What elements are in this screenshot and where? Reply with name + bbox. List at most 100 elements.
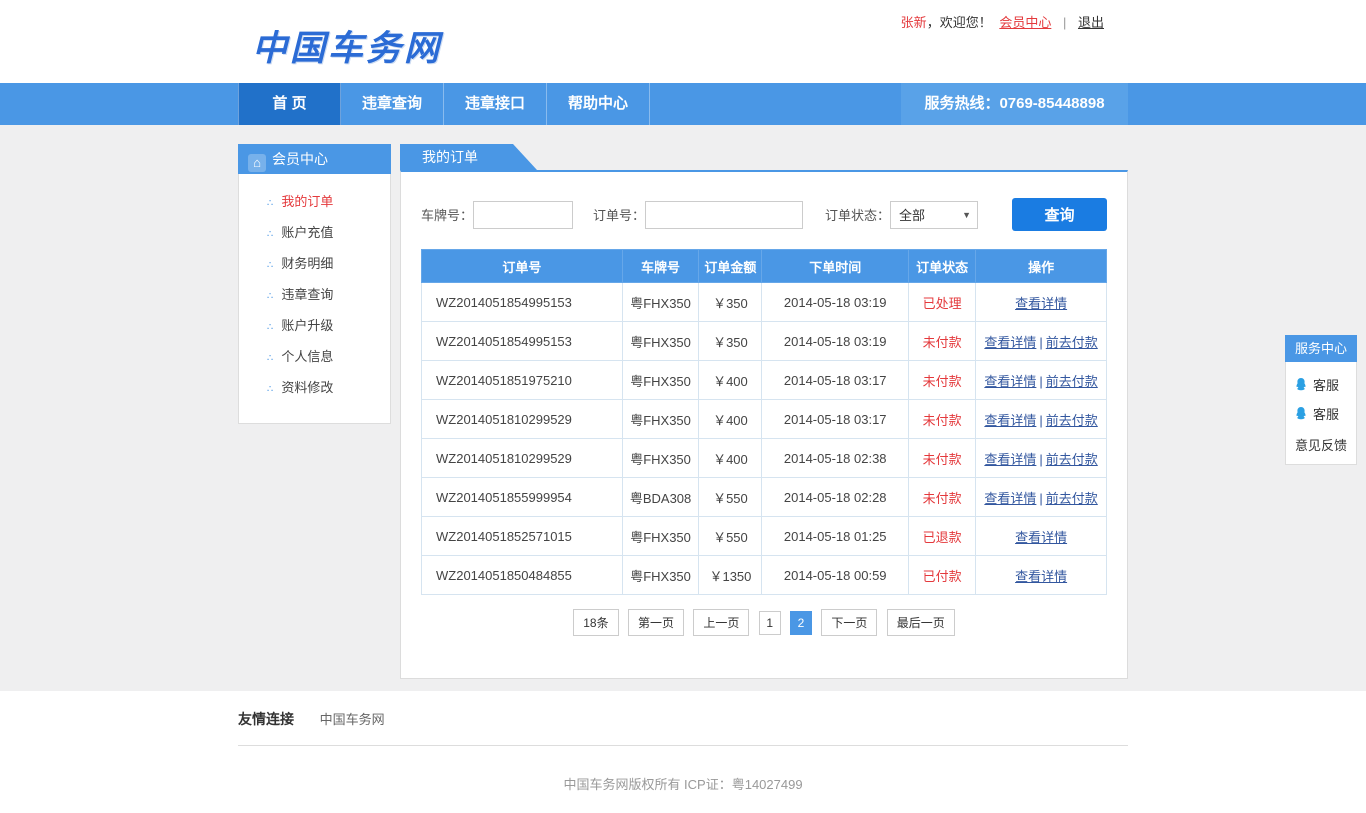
customer-service-link[interactable]: 客服	[1290, 370, 1352, 399]
pay-link[interactable]: 前去付款	[1046, 374, 1098, 389]
time-cell: 2014-05-18 03:17	[762, 361, 909, 400]
customer-service-link[interactable]: 客服	[1290, 399, 1352, 428]
main-navbar: 首 页 违章查询 违章接口 帮助中心 服务热线：0769-85448898	[0, 83, 1366, 125]
nav-tab-violation-api[interactable]: 违章接口	[444, 83, 547, 125]
actions-cell: 查看详情	[976, 283, 1107, 322]
time-cell: 2014-05-18 03:19	[762, 283, 909, 322]
sidebar-item-account-upgrade[interactable]: ∴账户升级	[239, 310, 390, 341]
main-nav: 首 页 违章查询 违章接口 帮助中心	[238, 83, 650, 125]
view-detail-link[interactable]: 查看详情	[984, 491, 1036, 506]
prev-page-button[interactable]: 上一页	[693, 609, 749, 636]
bullet-icon: ∴	[267, 291, 273, 302]
sidebar-item-profile-edit[interactable]: ∴ 资料修改	[239, 372, 390, 403]
col-header-amount: 订单金额	[699, 250, 762, 283]
view-detail-link[interactable]: 查看详情	[984, 335, 1036, 350]
table-row: WZ2014051810299529 粤FHX350 ￥400 2014-05-…	[422, 400, 1107, 439]
logout-link[interactable]: 退出	[1078, 15, 1104, 30]
page-footer: 友情连接 中国车务网 中国车务网版权所有 ICP证：粤14027499	[0, 691, 1366, 813]
time-cell: 2014-05-18 02:28	[762, 478, 909, 517]
status-cell: 已退款	[909, 517, 976, 556]
sidebar-item-label: 资料修改	[281, 380, 333, 395]
time-cell: 2014-05-18 00:59	[762, 556, 909, 595]
page-2-button[interactable]: 2	[790, 611, 812, 635]
order-no-input[interactable]	[645, 201, 803, 229]
actions-cell: 查看详情| 前去付款	[976, 439, 1107, 478]
order-status-select[interactable]: 全部 ▼	[890, 201, 978, 229]
selected-status: 全部	[899, 205, 925, 224]
view-detail-link[interactable]: 查看详情	[984, 374, 1036, 389]
table-row: WZ2014051854995153 粤FHX350 ￥350 2014-05-…	[422, 283, 1107, 322]
last-page-button[interactable]: 最后一页	[887, 609, 955, 636]
status-cell: 未付款	[909, 478, 976, 517]
order-no-cell: WZ2014051850484855	[422, 556, 623, 595]
status-cell: 已处理	[909, 283, 976, 322]
table-row: WZ2014051855999954 粤BDA308 ￥550 2014-05-…	[422, 478, 1107, 517]
bullet-icon: ∴	[267, 322, 273, 333]
table-header-row: 订单号 车牌号 订单金额 下单时间 订单状态 操作	[422, 250, 1107, 283]
tab-my-orders[interactable]: 我的订单	[400, 144, 537, 170]
amount-cell: ￥400	[699, 439, 762, 478]
feedback-link[interactable]: 意见反馈	[1290, 428, 1352, 458]
actions-cell: 查看详情	[976, 517, 1107, 556]
bullet-icon: ∴	[267, 198, 273, 209]
bullet-icon: ∴	[267, 229, 273, 240]
friend-links-row: 友情连接 中国车务网	[238, 691, 1128, 746]
order-no-cell: WZ2014051854995153	[422, 283, 623, 322]
search-button[interactable]: 查询	[1012, 198, 1107, 231]
pay-link[interactable]: 前去付款	[1046, 452, 1098, 467]
customer-service-label: 客服	[1313, 404, 1339, 423]
pay-link[interactable]: 前去付款	[1046, 335, 1098, 350]
order-status-label: 订单状态：	[825, 205, 890, 224]
page-1-button[interactable]: 1	[759, 611, 781, 635]
amount-cell: ￥550	[699, 517, 762, 556]
bullet-icon: ∴	[267, 353, 273, 364]
view-detail-link[interactable]: 查看详情	[984, 413, 1036, 428]
plate-cell: 粤BDA308	[622, 478, 699, 517]
site-logo[interactable]: 中国车务网	[252, 20, 442, 71]
plate-cell: 粤FHX350	[622, 556, 699, 595]
pagination: 18条 第一页 上一页 1 2 下一页 最后一页	[421, 609, 1107, 636]
pay-link[interactable]: 前去付款	[1046, 413, 1098, 428]
content-area: ⌂会员中心 ∴我的订单 ∴账户充值 ∴财务明细 ∴违章查询 ∴账户升级	[0, 125, 1366, 691]
actions-cell: 查看详情| 前去付款	[976, 322, 1107, 361]
member-center-link[interactable]: 会员中心	[999, 15, 1051, 30]
table-row: WZ2014051850484855 粤FHX350 ￥1350 2014-05…	[422, 556, 1107, 595]
pay-link[interactable]: 前去付款	[1046, 491, 1098, 506]
view-detail-link[interactable]: 查看详情	[1015, 530, 1067, 545]
col-header-plate: 车牌号	[622, 250, 699, 283]
col-header-actions: 操作	[976, 250, 1107, 283]
view-detail-link[interactable]: 查看详情	[1015, 569, 1067, 584]
sidebar-item-finance-detail[interactable]: ∴财务明细	[239, 248, 390, 279]
next-page-button[interactable]: 下一页	[821, 609, 877, 636]
sidebar-item-account-recharge[interactable]: ∴ 账户充值	[239, 217, 390, 248]
sidebar-item-personal-info[interactable]: ∴个人信息	[239, 341, 390, 372]
first-page-button[interactable]: 第一页	[628, 609, 684, 636]
nav-tab-violation-query[interactable]: 违章查询	[341, 83, 444, 125]
order-no-cell: WZ2014051851975210	[422, 361, 623, 400]
order-search-form: 车牌号： 订单号： 订单状态： 全部 ▼ 查询	[421, 192, 1107, 249]
col-header-status: 订单状态	[909, 250, 976, 283]
action-separator: |	[1039, 335, 1042, 350]
friend-links-label: 友情连接	[238, 711, 294, 727]
sidebar-item-my-orders[interactable]: ∴我的订单	[239, 186, 390, 217]
actions-cell: 查看详情|前去付款	[976, 400, 1107, 439]
status-cell: 未付款	[909, 361, 976, 400]
actions-cell: 查看详情|前去付款	[976, 478, 1107, 517]
view-detail-link[interactable]: 查看详情	[984, 452, 1036, 467]
bullet-icon: ∴	[267, 384, 273, 395]
sidebar-header: ⌂会员中心	[238, 144, 391, 174]
service-center-title: 服务中心	[1285, 335, 1357, 362]
amount-cell: ￥350	[699, 283, 762, 322]
friend-link[interactable]: 中国车务网	[320, 712, 385, 727]
view-detail-link[interactable]: 查看详情	[1015, 296, 1067, 311]
nav-tab-help-center[interactable]: 帮助中心	[547, 83, 650, 125]
plate-input[interactable]	[473, 201, 573, 229]
col-header-time: 下单时间	[762, 250, 909, 283]
nav-tab-home[interactable]: 首 页	[238, 83, 341, 125]
amount-cell: ￥550	[699, 478, 762, 517]
sidebar-item-label: 账户充值	[281, 225, 333, 240]
order-no-cell: WZ2014051855999954	[422, 478, 623, 517]
action-separator: |	[1039, 452, 1042, 467]
time-cell: 2014-05-18 02:38	[762, 439, 909, 478]
sidebar-item-violation-query[interactable]: ∴违章查询	[239, 279, 390, 310]
